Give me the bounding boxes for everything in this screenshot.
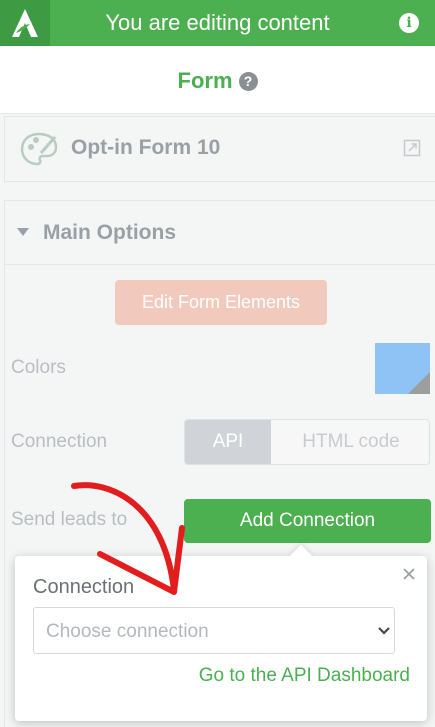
connection-label: Connection (11, 431, 108, 452)
top-bar: You are editing content i (0, 0, 435, 46)
api-dashboard-link[interactable]: Go to the API Dashboard (199, 665, 410, 687)
thrive-logo-icon[interactable] (0, 0, 50, 46)
external-link-icon[interactable] (403, 139, 421, 157)
info-icon[interactable]: i (399, 13, 419, 33)
form-header: Form? (0, 46, 435, 114)
optin-form-name: Opt-in Form 10 (71, 136, 221, 159)
edit-form-elements-button[interactable]: Edit Form Elements (115, 280, 327, 325)
caret-down-icon (17, 228, 29, 236)
editing-status-title: You are editing content (105, 10, 330, 35)
connection-select[interactable]: Choose connection (33, 607, 395, 654)
chevron-down-icon (378, 627, 390, 635)
connection-type-toggle: API HTML code (184, 419, 430, 465)
swatch-corner (408, 372, 430, 394)
annotation-arrow-icon (71, 482, 185, 595)
color-swatch[interactable] (375, 343, 430, 394)
close-icon[interactable] (401, 566, 417, 582)
tab-html-code[interactable]: HTML code (271, 420, 429, 464)
help-icon[interactable]: ? (238, 71, 258, 91)
palette-icon (20, 132, 58, 166)
main-options-header[interactable]: Main Options (5, 201, 435, 265)
add-connection-button[interactable]: Add Connection (184, 499, 431, 543)
colors-label: Colors (11, 357, 66, 378)
main-options-title: Main Options (43, 221, 176, 244)
page-title: Form (177, 68, 233, 93)
optin-form-card[interactable]: Opt-in Form 10 (4, 116, 435, 182)
connection-select-placeholder: Choose connection (46, 621, 209, 642)
tab-api[interactable]: API (185, 420, 271, 464)
